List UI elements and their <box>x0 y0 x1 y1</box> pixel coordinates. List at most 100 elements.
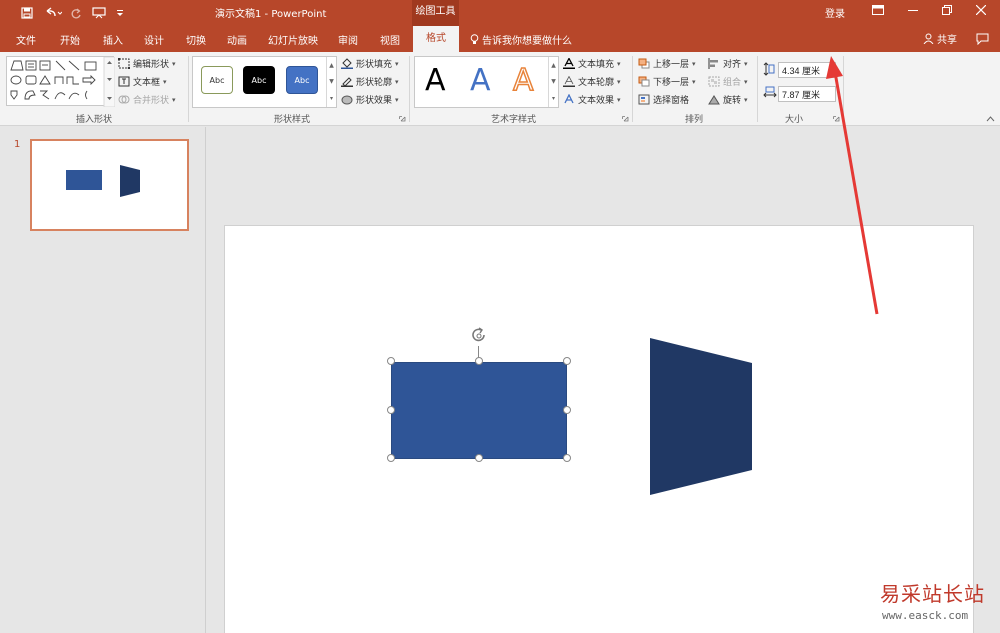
login-link[interactable]: 登录 <box>825 5 845 20</box>
restore-icon[interactable] <box>936 3 958 21</box>
resize-handle-top-right[interactable] <box>563 357 571 365</box>
style-swatch-outline[interactable]: Abc <box>201 66 233 94</box>
rotate-button[interactable]: 旋转 ▾ <box>708 93 748 106</box>
shape-fill-button[interactable]: 形状填充 ▾ <box>341 57 399 70</box>
tab-insert[interactable]: 插入 <box>103 32 123 47</box>
text-box-icon <box>118 76 130 87</box>
tab-file[interactable]: 文件 <box>16 32 36 47</box>
align-button[interactable]: 对齐 ▾ <box>708 57 748 70</box>
text-effects-button[interactable]: 文本效果 ▾ <box>563 93 621 106</box>
presenter-icon[interactable] <box>90 4 108 22</box>
group-divider <box>757 56 758 122</box>
chevron-down-icon: ▾ <box>395 59 399 68</box>
pen-icon <box>341 76 353 87</box>
resize-handle-bottom[interactable] <box>475 454 483 462</box>
resize-handle-bottom-right[interactable] <box>563 454 571 462</box>
chevron-down-icon: ▾ <box>617 95 621 104</box>
thumbnail-content <box>66 165 140 197</box>
chevron-down-icon: ▾ <box>692 59 696 68</box>
slide-editing-area <box>207 127 1000 633</box>
save-icon[interactable] <box>18 4 36 22</box>
slide-canvas[interactable] <box>224 225 974 633</box>
text-outline-button[interactable]: 文本轮廓 ▾ <box>563 75 621 88</box>
shape-height-input[interactable] <box>778 62 836 78</box>
minimize-icon[interactable] <box>902 3 924 21</box>
gallery-scroll[interactable]: ▲ ▼ ▾ <box>326 57 336 107</box>
tab-format[interactable]: 格式 <box>413 26 459 52</box>
undo-icon[interactable] <box>42 4 64 22</box>
shapes-gallery[interactable] <box>6 56 115 107</box>
tell-me-box[interactable]: 告诉我你想要做什么 <box>470 32 572 48</box>
group-button[interactable]: 组合 ▾ <box>708 75 748 88</box>
dialog-launcher-icon[interactable] <box>399 115 406 126</box>
resize-handle-top[interactable] <box>475 357 483 365</box>
gallery-scroll[interactable]: ▲ ▼ ▾ <box>548 57 558 107</box>
send-backward-button[interactable]: 下移一层 ▾ <box>638 75 696 88</box>
text-outline-icon <box>563 75 575 87</box>
shape-effects-button[interactable]: 形状效果 ▾ <box>341 93 399 106</box>
style-swatch-black[interactable]: Abc <box>243 66 275 94</box>
group-divider <box>843 56 844 122</box>
title-bar: 演示文稿1 - PowerPoint 绘图工具 登录 <box>0 0 1000 26</box>
ribbon-display-icon[interactable] <box>867 3 889 21</box>
share-label: 共享 <box>937 35 957 46</box>
dialog-launcher-icon[interactable] <box>622 115 629 126</box>
collapse-ribbon-icon[interactable] <box>986 114 995 125</box>
tab-animations[interactable]: 动画 <box>227 32 247 47</box>
group-icon <box>708 76 720 87</box>
chevron-down-icon: ▾ <box>395 95 399 104</box>
lightbulb-icon <box>470 34 479 48</box>
text-effects-label: 文本效果 <box>578 96 615 106</box>
width-icon <box>763 86 777 101</box>
wordart-black[interactable]: A <box>425 63 446 98</box>
selection-pane-button[interactable]: 选择窗格 <box>638 93 689 106</box>
merge-shapes-label: 合并形状 <box>133 96 170 106</box>
shape-width-input[interactable] <box>778 86 836 102</box>
tab-review[interactable]: 审阅 <box>338 32 358 47</box>
tab-view[interactable]: 视图 <box>380 32 400 47</box>
resize-handle-left[interactable] <box>387 406 395 414</box>
text-outline-label: 文本轮廓 <box>578 78 615 88</box>
wordart-gallery[interactable]: A A A ▲ ▼ ▾ <box>414 56 559 108</box>
rotate-label: 旋转 <box>723 96 742 106</box>
tab-design[interactable]: 设计 <box>144 32 164 47</box>
drawing-tools-label: 绘图工具 <box>412 0 459 26</box>
merge-shapes-button[interactable]: 合并形状 ▾ <box>118 93 176 106</box>
edit-shape-label: 编辑形状 <box>133 60 170 70</box>
shape-styles-gallery[interactable]: Abc Abc Abc ▲ ▼ ▾ <box>192 56 337 108</box>
resize-handle-bottom-left[interactable] <box>387 454 395 462</box>
selection-pane-icon <box>638 94 650 105</box>
share-button[interactable]: 共享 <box>923 31 957 47</box>
customize-qat-icon[interactable] <box>114 4 126 22</box>
resize-handle-top-left[interactable] <box>387 357 395 365</box>
dialog-launcher-icon[interactable] <box>833 115 840 126</box>
chevron-down-icon: ▾ <box>172 95 176 104</box>
tab-slideshow[interactable]: 幻灯片放映 <box>268 32 318 47</box>
tab-home[interactable]: 开始 <box>60 32 80 47</box>
close-icon[interactable] <box>970 3 992 21</box>
chevron-down-icon: ▾ <box>172 59 176 68</box>
rotate-icon <box>708 94 720 105</box>
rectangle-shape[interactable] <box>391 362 567 459</box>
text-box-button[interactable]: 文本框 ▾ <box>118 75 167 88</box>
comments-icon[interactable] <box>976 33 989 48</box>
shape-styles-group-label: 形状样式 <box>274 115 311 125</box>
group-label: 组合 <box>723 78 742 88</box>
bring-forward-button[interactable]: 上移一层 ▾ <box>638 57 696 70</box>
redo-icon[interactable] <box>68 4 84 22</box>
rotation-handle-icon[interactable] <box>469 326 489 349</box>
edit-shape-button[interactable]: 编辑形状 ▾ <box>117 57 176 70</box>
size-group-label: 大小 <box>785 115 804 125</box>
style-swatch-blue[interactable]: Abc <box>286 66 318 94</box>
wordart-orange-outline[interactable]: A <box>512 62 534 99</box>
trapezoid-shape[interactable] <box>649 337 755 497</box>
tab-transitions[interactable]: 切换 <box>186 32 206 47</box>
resize-handle-right[interactable] <box>563 406 571 414</box>
shape-outline-button[interactable]: 形状轮廓 ▾ <box>341 75 399 88</box>
slide-thumbnail-panel: 1 <box>0 127 206 633</box>
chevron-down-icon: ▾ <box>163 77 167 86</box>
slide-thumbnail[interactable] <box>30 139 189 231</box>
wordart-blue[interactable]: A <box>470 63 491 98</box>
text-fill-button[interactable]: 文本填充 ▾ <box>563 57 621 70</box>
chevron-down-icon: ▾ <box>617 77 621 86</box>
